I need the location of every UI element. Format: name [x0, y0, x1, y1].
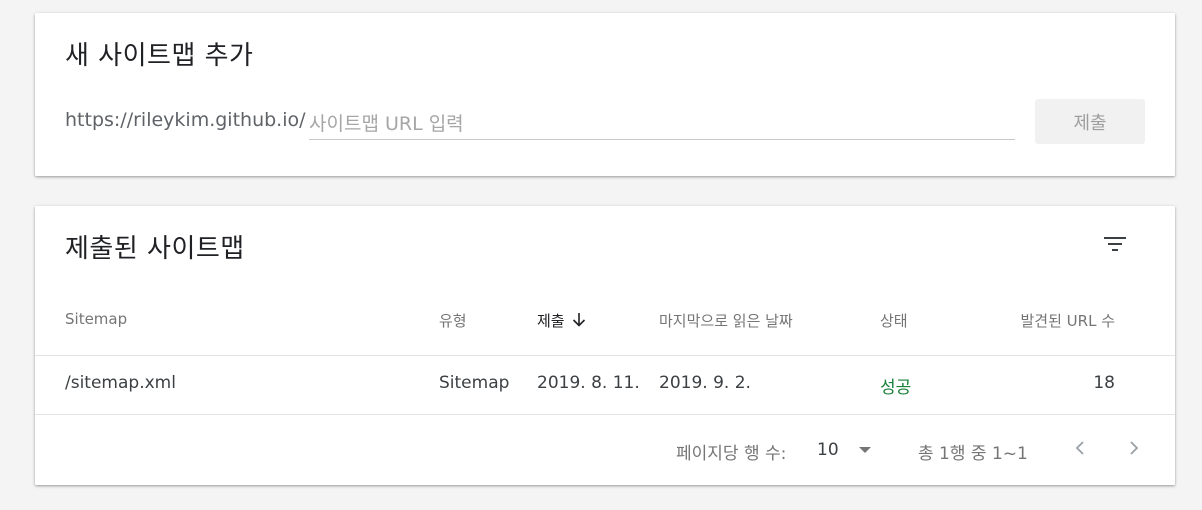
url-prefix: https://rileykim.github.io/: [65, 109, 306, 131]
cell-type: Sitemap: [439, 373, 510, 393]
rows-per-page-label: 페이지당 행 수:: [676, 444, 787, 464]
submitted-sitemaps-card: 제출된 사이트맵 Sitemap 유형 제출 마지막으로 읽은 날짜 상태 발견…: [35, 206, 1175, 485]
next-page-button[interactable]: [1120, 434, 1148, 462]
rows-per-page-value: 10: [817, 440, 839, 460]
submit-button[interactable]: 제출: [1035, 99, 1145, 144]
cell-status: 성공: [880, 378, 912, 398]
cell-discovered-urls: 18: [1093, 373, 1115, 393]
cell-last-read: 2019. 9. 2.: [659, 373, 751, 393]
cell-submitted: 2019. 8. 11.: [537, 373, 640, 393]
filter-icon: [1104, 237, 1126, 251]
header-divider: [35, 355, 1175, 356]
chevron-right-icon: [1130, 441, 1139, 455]
column-header-discovered-urls[interactable]: 발견된 URL 수: [1021, 310, 1116, 331]
previous-page-button[interactable]: [1066, 434, 1094, 462]
column-header-status[interactable]: 상태: [880, 310, 908, 331]
sitemap-url-input[interactable]: [309, 108, 1015, 140]
cell-sitemap: /sitemap.xml: [65, 373, 176, 393]
pagination-range: 총 1행 중 1~1: [918, 444, 1028, 464]
arrow-down-icon: [571, 312, 587, 332]
rows-per-page-select[interactable]: 10: [817, 436, 877, 464]
filter-button[interactable]: [1097, 226, 1133, 262]
add-sitemap-title: 새 사이트맵 추가: [65, 41, 254, 71]
column-header-last-read[interactable]: 마지막으로 읽은 날짜: [659, 310, 793, 331]
submitted-sitemaps-title: 제출된 사이트맵: [65, 234, 245, 264]
chevron-left-icon: [1075, 441, 1084, 455]
row-divider: [35, 414, 1175, 415]
column-header-sitemap[interactable]: Sitemap: [65, 310, 127, 328]
column-header-type[interactable]: 유형: [439, 310, 467, 331]
add-sitemap-card: 새 사이트맵 추가 https://rileykim.github.io/ 제출: [35, 13, 1175, 176]
dropdown-caret-icon: [858, 447, 871, 453]
column-header-submitted[interactable]: 제출: [537, 310, 587, 332]
column-header-submitted-label: 제출: [537, 312, 565, 330]
